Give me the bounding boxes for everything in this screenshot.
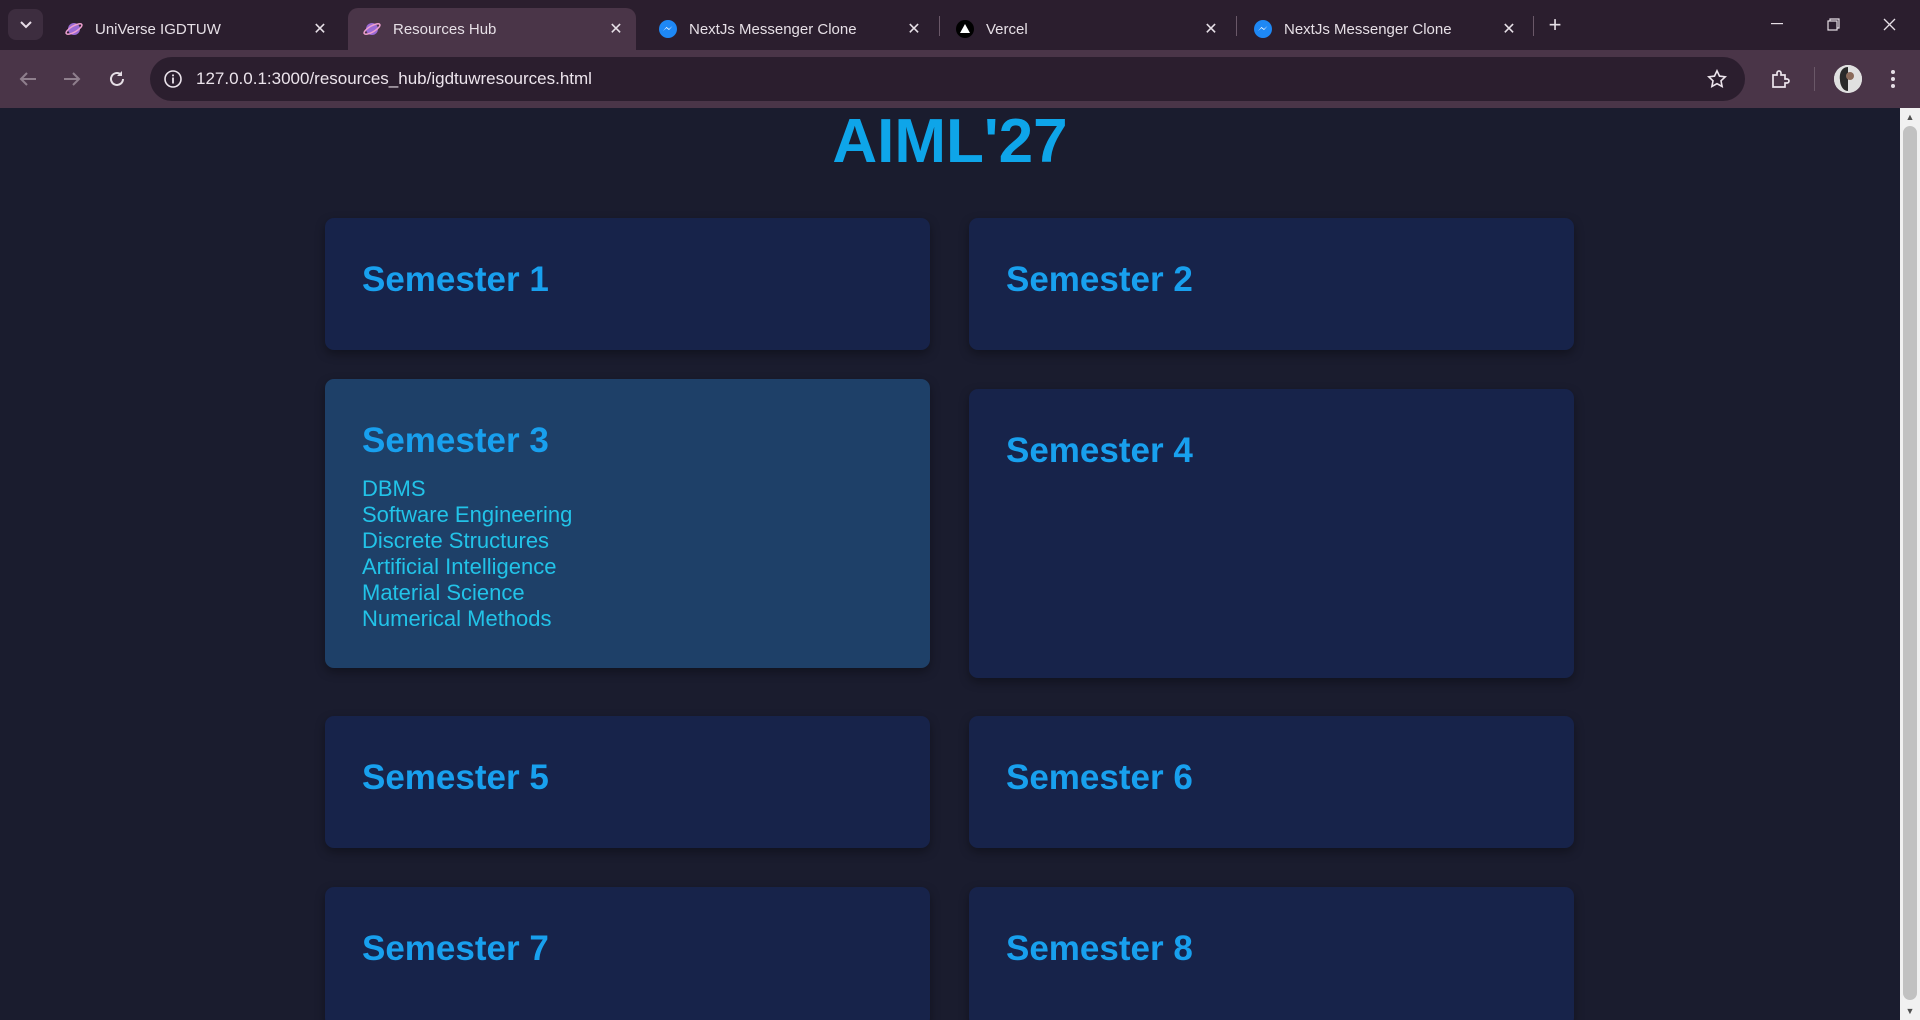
subject-link[interactable]: Numerical Methods (362, 606, 572, 632)
subject-list: DBMS Software Engineering Discrete Struc… (362, 476, 572, 632)
forward-arrow-icon (64, 72, 81, 86)
messenger-favicon-icon (658, 19, 678, 39)
tab-title: UniVerse IGDTUW (95, 20, 221, 38)
semester-title: Semester 2 (1006, 260, 1193, 299)
subject-link[interactable]: Discrete Structures (362, 528, 572, 554)
tab-title: NextJs Messenger Clone (1284, 20, 1452, 38)
close-icon (1883, 18, 1895, 30)
semester-card-6[interactable]: Semester 6 (969, 716, 1574, 848)
semester-title: Semester 5 (362, 758, 549, 797)
more-vertical-icon (1891, 70, 1895, 88)
tab-resources-hub[interactable]: Resources Hub ✕ (348, 8, 636, 50)
plus-icon: + (1548, 12, 1562, 37)
chevron-down-icon (19, 20, 32, 28)
reload-icon (110, 71, 124, 86)
url-text[interactable]: 127.0.0.1:3000/resources_hub/igdtuwresou… (196, 69, 592, 89)
tab-separator (1236, 16, 1237, 36)
semester-title: Semester 7 (362, 929, 549, 968)
tab-separator (939, 16, 940, 36)
subject-link[interactable]: Material Science (362, 580, 572, 606)
close-tab-icon[interactable]: ✕ (1199, 17, 1223, 41)
subject-link[interactable]: DBMS (362, 476, 572, 502)
close-tab-icon[interactable]: ✕ (902, 17, 926, 41)
semester-title: Semester 1 (362, 260, 549, 299)
vercel-favicon-icon (955, 19, 975, 39)
puzzle-icon (1772, 70, 1790, 88)
semester-card-7[interactable]: Semester 7 (325, 887, 930, 1020)
minimize-icon (1771, 23, 1783, 25)
tab-messenger-1[interactable]: NextJs Messenger Clone ✕ (644, 8, 934, 50)
messenger-favicon-icon (1253, 19, 1273, 39)
restore-button[interactable] (1810, 8, 1856, 40)
close-tab-icon[interactable]: ✕ (604, 17, 628, 41)
tab-separator (1533, 16, 1534, 36)
extensions-button[interactable] (1766, 64, 1796, 94)
star-icon (1707, 69, 1727, 89)
profile-avatar[interactable] (1834, 65, 1862, 93)
back-arrow-icon (19, 72, 36, 86)
subject-link[interactable]: Artificial Intelligence (362, 554, 572, 580)
tab-strip: UniVerse IGDTUW ✕ Resources Hub ✕ NextJs… (0, 0, 1920, 50)
semester-title: Semester 4 (1006, 431, 1193, 470)
minimize-button[interactable] (1754, 8, 1800, 40)
back-button[interactable] (12, 63, 44, 95)
semester-card-2[interactable]: Semester 2 (969, 218, 1574, 350)
universe-favicon-icon (64, 19, 84, 39)
semester-title: Semester 8 (1006, 929, 1193, 968)
site-info-icon[interactable] (160, 66, 186, 92)
scroll-down-arrow-icon[interactable]: ▼ (1900, 1002, 1920, 1020)
forward-button[interactable] (56, 63, 88, 95)
semester-card-1[interactable]: Semester 1 (325, 218, 930, 350)
semester-card-5[interactable]: Semester 5 (325, 716, 930, 848)
subject-link[interactable]: Software Engineering (362, 502, 572, 528)
semester-card-8[interactable]: Semester 8 (969, 887, 1574, 1020)
page-viewport: AIML'27 Semester 1 Semester 2 Semester 3… (0, 108, 1900, 1020)
vertical-scrollbar[interactable]: ▲ ▼ (1900, 108, 1920, 1020)
toolbar-separator (1814, 67, 1815, 91)
semester-card-3[interactable]: Semester 3 DBMS Software Engineering Dis… (325, 379, 930, 668)
scrollbar-thumb[interactable] (1903, 126, 1917, 1000)
new-tab-button[interactable]: + (1543, 12, 1567, 38)
close-window-button[interactable] (1866, 8, 1912, 40)
tab-messenger-2[interactable]: NextJs Messenger Clone ✕ (1239, 8, 1529, 50)
semester-title: Semester 3 (362, 421, 549, 460)
tab-search-button[interactable] (8, 9, 43, 40)
reload-button[interactable] (101, 63, 133, 95)
tab-title: Resources Hub (393, 20, 497, 38)
semester-title: Semester 6 (1006, 758, 1193, 797)
tab-title: Vercel (986, 20, 1028, 38)
semester-card-4[interactable]: Semester 4 (969, 389, 1574, 678)
browser-menu-button[interactable] (1881, 64, 1905, 94)
tab-vercel[interactable]: Vercel ✕ (941, 8, 1231, 50)
close-tab-icon[interactable]: ✕ (308, 17, 332, 41)
tab-title: NextJs Messenger Clone (689, 20, 857, 38)
scroll-up-arrow-icon[interactable]: ▲ (1900, 108, 1920, 126)
bookmark-button[interactable] (1702, 64, 1732, 94)
universe-favicon-icon (362, 19, 382, 39)
restore-icon (1826, 17, 1840, 31)
close-tab-icon[interactable]: ✕ (1497, 17, 1521, 41)
page-title: AIML'27 (832, 108, 1068, 176)
avatar-icon (1834, 65, 1862, 93)
tab-universe[interactable]: UniVerse IGDTUW ✕ (50, 8, 340, 50)
